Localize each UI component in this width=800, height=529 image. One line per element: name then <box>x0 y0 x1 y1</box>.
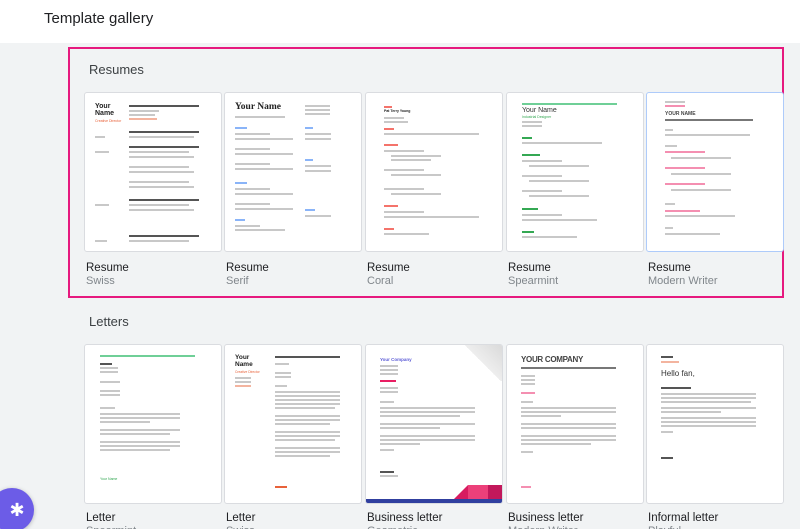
template-sublabel: Playful <box>648 525 681 529</box>
template-card-resume-coral[interactable]: Pat Terry Young <box>365 92 503 252</box>
template-sublabel: Spearmint <box>86 525 136 529</box>
template-sublabel: Modern Writer <box>648 275 718 287</box>
thumb-signature: Your Name <box>100 477 118 481</box>
template-label: Business letter <box>367 512 443 524</box>
template-card-letter-swiss[interactable]: Your Name Creative Director <box>224 344 362 504</box>
template-card-resume-modern-writer[interactable]: YOUR NAME <box>646 92 784 252</box>
template-label: Letter <box>226 512 256 524</box>
thumb-role: Creative Director <box>95 119 122 123</box>
thumb-role: Creative Director <box>235 370 260 374</box>
template-label: Resume <box>226 262 269 274</box>
template-card-resume-swiss[interactable]: Your Name Creative Director <box>84 92 222 252</box>
sparkle-icon: ✱ <box>9 499 25 520</box>
template-sublabel: Swiss <box>226 525 255 529</box>
thumb-name: Hello fan, <box>661 369 695 378</box>
template-card-business-letter-modern-writer[interactable]: YOUR COMPANY <box>506 344 644 504</box>
thumb-name: YOUR NAME <box>665 111 696 117</box>
template-label: Informal letter <box>648 512 719 524</box>
thumb-name: Your Name <box>522 107 557 114</box>
section-title-resumes: Resumes <box>89 62 144 77</box>
page-title: Template gallery <box>44 10 154 27</box>
template-sublabel: Coral <box>367 275 394 287</box>
template-sublabel: Serif <box>226 275 249 287</box>
template-label: Letter <box>86 512 116 524</box>
template-card-informal-letter-playful[interactable]: Hello fan, <box>646 344 784 504</box>
thumb-name: Pat Terry Young <box>384 109 411 113</box>
section-title-letters: Letters <box>89 314 129 329</box>
thumb-name: YOUR COMPANY <box>521 355 584 364</box>
template-label: Resume <box>508 262 551 274</box>
header: Template gallery <box>0 0 800 43</box>
thumb-role: Industrial Designer <box>522 115 552 119</box>
template-label: Resume <box>648 262 691 274</box>
template-sublabel: Geometric <box>367 525 418 529</box>
template-sublabel: Spearmint <box>508 275 559 287</box>
template-label: Resume <box>367 262 410 274</box>
template-label: Business letter <box>508 512 584 524</box>
thumb-name: Your Company <box>380 357 412 362</box>
template-card-business-letter-geometric[interactable]: Your Company <box>365 344 503 504</box>
template-sublabel: Modern Writer <box>508 525 577 529</box>
thumb-name: Your Name <box>235 102 282 112</box>
template-label: Resume <box>86 262 129 274</box>
thumb-name: Your Name <box>235 354 253 368</box>
assistant-fab-button[interactable]: ✱ <box>0 488 34 529</box>
template-sublabel: Swiss <box>86 275 115 287</box>
thumb-name: Your Name <box>95 103 115 117</box>
template-card-resume-spearmint[interactable]: Your Name Industrial Designer <box>506 92 644 252</box>
template-card-resume-serif[interactable]: Your Name <box>224 92 362 252</box>
template-card-letter-spearmint[interactable]: Your Name <box>84 344 222 504</box>
